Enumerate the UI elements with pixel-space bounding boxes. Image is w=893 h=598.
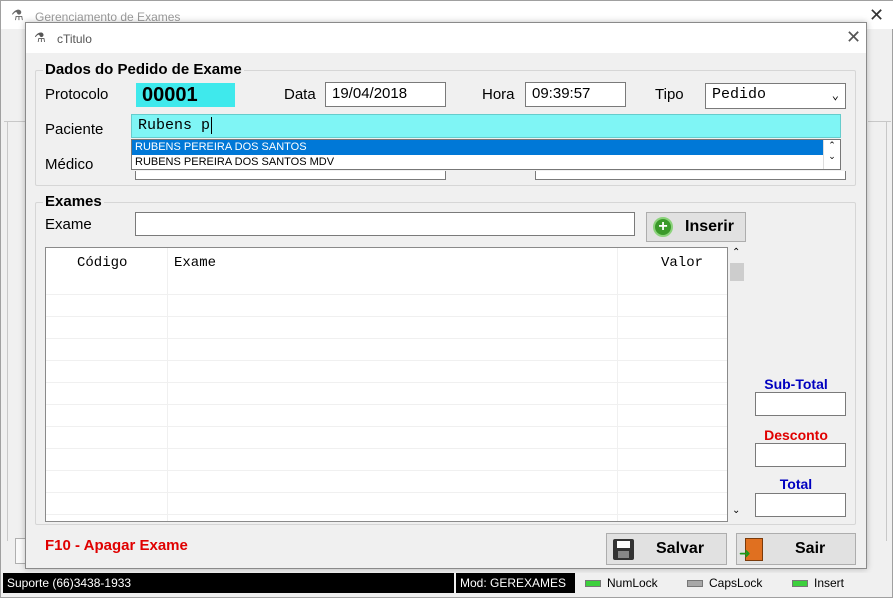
module-status: Mod: GEREXAMES [456,573,575,593]
background-grid-line [886,121,887,541]
column-header-exame[interactable]: Exame [174,255,216,271]
total-label: Total [779,476,813,492]
exit-door-icon: ➜ [739,538,763,561]
numlock-indicator: NumLock [581,573,677,593]
sair-button[interactable]: ➜ Sair [736,533,856,565]
close-icon[interactable]: ✕ [846,27,861,48]
table-row[interactable] [46,273,727,295]
paciente-suggestions: RUBENS PEREIRA DOS SANTOS RUBENS PEREIRA… [131,139,841,170]
background-close-icon[interactable]: ✕ [869,5,884,26]
exam-order-dialog: ⚗ cTitulo ✕ Dados do Pedido de Exame Pro… [25,22,867,569]
hora-label: Hora [482,86,515,103]
capslock-label: CapsLock [709,576,763,590]
tipo-select[interactable]: Pedido ⌄ [705,83,846,109]
table-scrollbar[interactable]: ⌃ ⌄ [728,247,746,522]
tipo-label: Tipo [655,86,684,103]
numlock-label: NumLock [607,576,658,590]
exame-label: Exame [45,216,92,233]
medico-extra-field[interactable] [535,171,846,180]
capslock-indicator: CapsLock [683,573,783,593]
paciente-label: Paciente [45,121,104,138]
background-grid-line [7,121,8,541]
protocolo-label: Protocolo [45,86,109,103]
total-field[interactable] [755,493,846,517]
subtotal-label: Sub-Total [764,376,828,392]
desconto-label: Desconto [764,427,828,443]
suggestion-scrollbar[interactable]: ⌃ ⌄ [823,140,840,169]
floppy-disk-icon [613,539,634,560]
capslock-led-icon [687,580,703,588]
table-row[interactable] [46,471,727,493]
salvar-button[interactable]: Salvar [606,533,727,565]
dialog-titlebar: ⚗ cTitulo ✕ [26,23,866,53]
insert-led-icon [792,580,808,588]
column-header-codigo[interactable]: Código [77,255,127,271]
scroll-up-icon[interactable]: ⌃ [732,247,740,258]
insert-label: Insert [814,576,845,590]
table-row[interactable] [46,317,727,339]
floppy-label-area [617,541,630,548]
numlock-led-icon [585,580,601,588]
data-field[interactable]: 19/04/2018 [325,82,446,107]
plus-circle-icon: + [653,217,673,237]
table-row[interactable] [46,361,727,383]
table-row[interactable] [46,405,727,427]
medico-label: Médico [45,156,94,173]
hora-field[interactable]: 09:39:57 [525,82,626,107]
column-header-valor[interactable]: Valor [661,255,703,271]
scroll-up-icon[interactable]: ⌃ [824,140,840,151]
table-row[interactable] [46,427,727,449]
scroll-down-icon[interactable]: ⌄ [824,151,840,162]
paciente-input[interactable]: Rubens p [131,114,841,138]
sair-label: Sair [795,540,826,557]
status-bar: Suporte (66)3438-1933 Mod: GEREXAMES Num… [3,573,890,593]
subtotal-field[interactable] [755,392,846,416]
table-row[interactable] [46,493,727,515]
exames-group-title: Exames [43,193,104,210]
microscope-icon: ⚗ [34,30,46,45]
exames-table: Código Exame Valor [45,247,728,522]
protocolo-field[interactable]: 00001 [136,83,235,107]
desconto-field[interactable] [755,443,846,467]
paciente-value: Rubens p [138,117,211,134]
exit-arrow-icon: ➜ [739,545,751,561]
scroll-down-icon[interactable]: ⌄ [732,505,740,516]
inserir-button[interactable]: + Inserir [646,212,746,242]
floppy-shutter [618,551,629,558]
scrollbar-thumb[interactable] [730,263,744,281]
dialog-title: cTitulo [57,32,92,46]
text-cursor [211,117,213,134]
insert-indicator: Insert [788,573,888,593]
pedido-group-title: Dados do Pedido de Exame [43,61,244,78]
table-body [46,273,727,515]
chevron-down-icon[interactable]: ⌄ [832,88,839,103]
table-row[interactable] [46,339,727,361]
suggestion-item[interactable]: RUBENS PEREIRA DOS SANTOS MDV [132,155,840,170]
table-row[interactable] [46,295,727,317]
medico-field[interactable] [135,171,446,180]
inserir-label: Inserir [685,218,734,235]
exame-input[interactable] [135,212,635,236]
support-status: Suporte (66)3438-1933 [3,573,454,593]
table-row[interactable] [46,449,727,471]
microscope-icon: ⚗ [11,7,24,23]
background-grid-line [868,121,891,122]
suggestion-item[interactable]: RUBENS PEREIRA DOS SANTOS [132,140,840,155]
data-label: Data [284,86,316,103]
salvar-label: Salvar [656,540,705,557]
tipo-value: Pedido [712,86,767,103]
f10-hint: F10 - Apagar Exame [45,537,188,554]
table-row[interactable] [46,383,727,405]
